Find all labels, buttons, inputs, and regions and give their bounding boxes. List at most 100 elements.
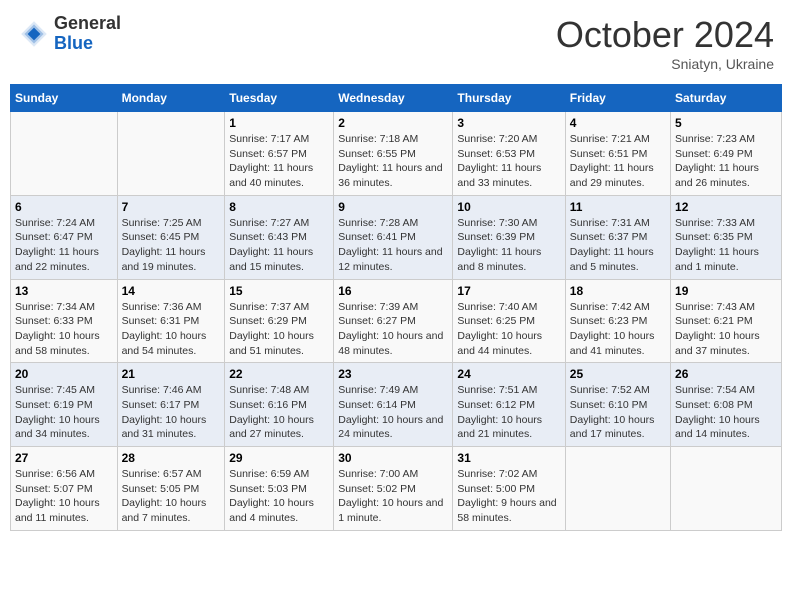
day-cell: 31Sunrise: 7:02 AMSunset: 5:00 PMDayligh… (453, 447, 565, 531)
day-number: 20 (15, 367, 113, 381)
day-number: 10 (457, 200, 560, 214)
day-info: Sunrise: 7:37 AMSunset: 6:29 PMDaylight:… (229, 300, 329, 359)
day-info: Sunrise: 7:52 AMSunset: 6:10 PMDaylight:… (570, 383, 666, 442)
day-cell: 2 Sunrise: 7:18 AMSunset: 6:55 PMDaylight… (334, 112, 453, 196)
day-info: Sunrise: 7:24 AMSunset: 6:47 PMDaylight:… (15, 216, 113, 275)
day-info: Sunrise: 7:36 AMSunset: 6:31 PMDaylight:… (122, 300, 221, 359)
day-number: 1 (229, 116, 329, 130)
day-number: 26 (675, 367, 777, 381)
header-cell-friday: Friday (565, 85, 670, 112)
day-cell: 6 Sunrise: 7:24 AMSunset: 6:47 PMDaylight… (11, 195, 118, 279)
day-number: 5 (675, 116, 777, 130)
day-cell: 23 Sunrise: 7:49 AMSunset: 6:14 PMDayligh… (334, 363, 453, 447)
day-info: Sunrise: 7:20 AMSunset: 6:53 PMDaylight:… (457, 132, 560, 191)
day-cell: 14 Sunrise: 7:36 AMSunset: 6:31 PMDayligh… (117, 279, 225, 363)
day-info: Sunrise: 7:51 AMSunset: 6:12 PMDaylight:… (457, 383, 560, 442)
header-row: SundayMondayTuesdayWednesdayThursdayFrid… (11, 85, 782, 112)
day-cell: 28 Sunrise: 6:57 AMSunset: 5:05 PMDayligh… (117, 447, 225, 531)
day-number: 16 (338, 284, 448, 298)
day-cell: 11Sunrise: 7:31 AMSunset: 6:37 PMDayligh… (565, 195, 670, 279)
day-number: 18 (570, 284, 666, 298)
day-number: 15 (229, 284, 329, 298)
day-cell: 16 Sunrise: 7:39 AMSunset: 6:27 PMDayligh… (334, 279, 453, 363)
day-number: 19 (675, 284, 777, 298)
day-info: Sunrise: 7:23 AMSunset: 6:49 PMDaylight:… (675, 132, 777, 191)
week-row-2: 6 Sunrise: 7:24 AMSunset: 6:47 PMDaylight… (11, 195, 782, 279)
day-number: 22 (229, 367, 329, 381)
day-cell: 27 Sunrise: 6:56 AMSunset: 5:07 PMDayligh… (11, 447, 118, 531)
day-cell: 18 Sunrise: 7:42 AMSunset: 6:23 PMDayligh… (565, 279, 670, 363)
day-cell: 24 Sunrise: 7:51 AMSunset: 6:12 PMDayligh… (453, 363, 565, 447)
header-cell-wednesday: Wednesday (334, 85, 453, 112)
day-info: Sunrise: 6:57 AMSunset: 5:05 PMDaylight:… (122, 467, 221, 526)
day-cell: 1 Sunrise: 7:17 AMSunset: 6:57 PMDaylight… (225, 112, 334, 196)
day-cell: 15 Sunrise: 7:37 AMSunset: 6:29 PMDayligh… (225, 279, 334, 363)
logo-icon (18, 18, 50, 50)
day-info: Sunrise: 7:33 AMSunset: 6:35 PMDaylight:… (675, 216, 777, 275)
month-title: October 2024 (556, 14, 774, 56)
day-cell: 17 Sunrise: 7:40 AMSunset: 6:25 PMDayligh… (453, 279, 565, 363)
day-cell: 10 Sunrise: 7:30 AMSunset: 6:39 PMDayligh… (453, 195, 565, 279)
day-cell: 26Sunrise: 7:54 AMSunset: 6:08 PMDayligh… (671, 363, 782, 447)
day-cell: 19 Sunrise: 7:43 AMSunset: 6:21 PMDayligh… (671, 279, 782, 363)
day-info: Sunrise: 7:34 AMSunset: 6:33 PMDaylight:… (15, 300, 113, 359)
day-info: Sunrise: 7:43 AMSunset: 6:21 PMDaylight:… (675, 300, 777, 359)
day-info: Sunrise: 7:39 AMSunset: 6:27 PMDaylight:… (338, 300, 448, 359)
day-info: Sunrise: 7:25 AMSunset: 6:45 PMDaylight:… (122, 216, 221, 275)
day-info: Sunrise: 7:17 AMSunset: 6:57 PMDaylight:… (229, 132, 329, 191)
day-cell (11, 112, 118, 196)
day-number: 6 (15, 200, 113, 214)
day-info: Sunrise: 7:28 AMSunset: 6:41 PMDaylight:… (338, 216, 448, 275)
week-row-5: 27 Sunrise: 6:56 AMSunset: 5:07 PMDayligh… (11, 447, 782, 531)
day-info: Sunrise: 7:18 AMSunset: 6:55 PMDaylight:… (338, 132, 448, 191)
day-info: Sunrise: 7:40 AMSunset: 6:25 PMDaylight:… (457, 300, 560, 359)
day-info: Sunrise: 7:42 AMSunset: 6:23 PMDaylight:… (570, 300, 666, 359)
day-cell: 29Sunrise: 6:59 AMSunset: 5:03 PMDayligh… (225, 447, 334, 531)
day-number: 7 (122, 200, 221, 214)
title-section: October 2024 Sniatyn, Ukraine (556, 14, 774, 72)
day-info: Sunrise: 7:02 AMSunset: 5:00 PMDaylight:… (457, 467, 560, 526)
week-row-4: 20Sunrise: 7:45 AMSunset: 6:19 PMDayligh… (11, 363, 782, 447)
week-row-3: 13 Sunrise: 7:34 AMSunset: 6:33 PMDayligh… (11, 279, 782, 363)
day-cell: 7 Sunrise: 7:25 AMSunset: 6:45 PMDaylight… (117, 195, 225, 279)
day-number: 9 (338, 200, 448, 214)
day-number: 27 (15, 451, 113, 465)
day-number: 21 (122, 367, 221, 381)
day-cell (117, 112, 225, 196)
day-number: 3 (457, 116, 560, 130)
header-cell-monday: Monday (117, 85, 225, 112)
day-info: Sunrise: 6:56 AMSunset: 5:07 PMDaylight:… (15, 467, 113, 526)
day-cell: 20Sunrise: 7:45 AMSunset: 6:19 PMDayligh… (11, 363, 118, 447)
day-info: Sunrise: 7:48 AMSunset: 6:16 PMDaylight:… (229, 383, 329, 442)
day-number: 30 (338, 451, 448, 465)
logo: General Blue (18, 14, 121, 54)
day-number: 14 (122, 284, 221, 298)
logo-text: General Blue (54, 14, 121, 54)
day-number: 24 (457, 367, 560, 381)
header-cell-thursday: Thursday (453, 85, 565, 112)
header-cell-saturday: Saturday (671, 85, 782, 112)
day-cell: 5 Sunrise: 7:23 AMSunset: 6:49 PMDaylight… (671, 112, 782, 196)
day-cell: 12Sunrise: 7:33 AMSunset: 6:35 PMDayligh… (671, 195, 782, 279)
day-info: Sunrise: 7:27 AMSunset: 6:43 PMDaylight:… (229, 216, 329, 275)
day-info: Sunrise: 7:30 AMSunset: 6:39 PMDaylight:… (457, 216, 560, 275)
day-cell: 13 Sunrise: 7:34 AMSunset: 6:33 PMDayligh… (11, 279, 118, 363)
logo-general: General (54, 14, 121, 34)
calendar-table: SundayMondayTuesdayWednesdayThursdayFrid… (10, 84, 782, 531)
location: Sniatyn, Ukraine (556, 56, 774, 72)
week-row-1: 1 Sunrise: 7:17 AMSunset: 6:57 PMDaylight… (11, 112, 782, 196)
day-cell: 22 Sunrise: 7:48 AMSunset: 6:16 PMDayligh… (225, 363, 334, 447)
day-number: 13 (15, 284, 113, 298)
day-number: 8 (229, 200, 329, 214)
day-cell (671, 447, 782, 531)
day-cell: 9 Sunrise: 7:28 AMSunset: 6:41 PMDaylight… (334, 195, 453, 279)
page-header: General Blue October 2024 Sniatyn, Ukrai… (10, 10, 782, 76)
day-info: Sunrise: 7:49 AMSunset: 6:14 PMDaylight:… (338, 383, 448, 442)
day-number: 17 (457, 284, 560, 298)
day-number: 28 (122, 451, 221, 465)
day-number: 23 (338, 367, 448, 381)
logo-blue: Blue (54, 34, 121, 54)
day-cell: 8 Sunrise: 7:27 AMSunset: 6:43 PMDaylight… (225, 195, 334, 279)
day-info: Sunrise: 6:59 AMSunset: 5:03 PMDaylight:… (229, 467, 329, 526)
day-number: 2 (338, 116, 448, 130)
